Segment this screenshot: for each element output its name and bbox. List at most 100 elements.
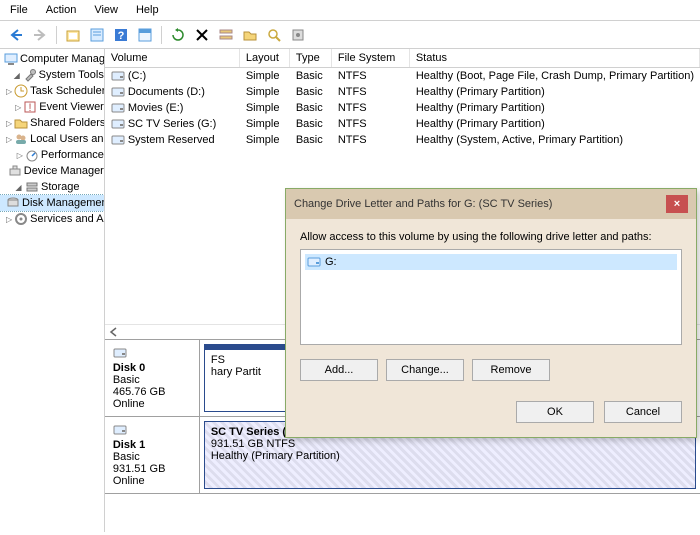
expand-icon[interactable]: ▷ xyxy=(6,135,12,144)
cell: Simple xyxy=(240,68,290,84)
folder-icon xyxy=(14,116,28,130)
change-button[interactable]: Change... xyxy=(386,359,464,381)
add-button[interactable]: Add... xyxy=(300,359,378,381)
tree-local-users[interactable]: ▷ Local Users and Groups xyxy=(0,131,104,147)
find-icon[interactable] xyxy=(264,25,284,45)
tree-services[interactable]: ▷Services and Applications xyxy=(0,211,104,227)
dialog-titlebar[interactable]: Change Drive Letter and Paths for G: (SC… xyxy=(286,189,696,219)
cancel-button[interactable]: Cancel xyxy=(604,401,682,423)
list-icon[interactable] xyxy=(216,25,236,45)
refresh-icon[interactable] xyxy=(168,25,188,45)
menu-help[interactable]: Help xyxy=(136,4,159,16)
table-row[interactable]: SC TV Series (G:)SimpleBasicNTFSHealthy … xyxy=(105,116,700,132)
disk-info[interactable]: Disk 1Basic931.51 GBOnline xyxy=(105,417,200,493)
label: Event Viewer xyxy=(39,101,104,113)
back-icon[interactable] xyxy=(6,25,26,45)
svg-text:?: ? xyxy=(118,30,125,42)
collapse-icon[interactable]: ◢ xyxy=(13,71,21,80)
col-type[interactable]: Type xyxy=(290,49,332,67)
label: Local Users and Groups xyxy=(30,133,105,145)
cell: Healthy (Boot, Page File, Crash Dump, Pr… xyxy=(410,68,700,84)
dialog-title: Change Drive Letter and Paths for G: (SC… xyxy=(294,198,666,210)
label: Disk Management xyxy=(22,197,105,209)
col-layout[interactable]: Layout xyxy=(240,49,290,67)
tree-task-scheduler[interactable]: ▷ Task Scheduler xyxy=(0,83,104,99)
table-row[interactable]: (C:)SimpleBasicNTFSHealthy (Boot, Page F… xyxy=(105,68,700,84)
cell: NTFS xyxy=(332,68,410,84)
cell: Basic xyxy=(290,132,332,148)
col-volume[interactable]: Volume xyxy=(105,49,240,67)
ok-button[interactable]: OK xyxy=(516,401,594,423)
disk-type: Basic xyxy=(113,374,191,386)
computer-icon xyxy=(4,52,18,66)
tree-system-tools[interactable]: ◢System Tools xyxy=(0,67,104,83)
storage-icon xyxy=(25,180,39,194)
remove-button[interactable]: Remove xyxy=(472,359,550,381)
expand-icon[interactable]: ▷ xyxy=(17,151,23,160)
delete-icon[interactable] xyxy=(192,25,212,45)
tree-storage[interactable]: ◢ Storage xyxy=(0,179,104,195)
label: Storage xyxy=(41,181,80,193)
menu-action[interactable]: Action xyxy=(46,4,77,16)
cell: NTFS xyxy=(332,116,410,132)
list-item[interactable]: G: xyxy=(305,254,677,270)
cell: Documents (D:) xyxy=(128,86,205,98)
cell: Simple xyxy=(240,116,290,132)
disk-icon xyxy=(113,346,127,360)
cell: SC TV Series (G:) xyxy=(128,118,216,130)
label: Shared Folders xyxy=(30,117,105,129)
tree-disk-management[interactable]: Disk Management xyxy=(0,195,104,211)
drive-icon xyxy=(111,101,125,115)
event-icon: ! xyxy=(23,100,37,114)
disk-name: Disk 0 xyxy=(113,362,191,374)
disk-state: Online xyxy=(113,398,191,410)
services-icon xyxy=(14,212,28,226)
label: Device Manager xyxy=(24,165,104,177)
cell: Basic xyxy=(290,84,332,100)
tree-shared-folders[interactable]: ▷ Shared Folders xyxy=(0,115,104,131)
close-icon[interactable]: × xyxy=(666,195,688,213)
tree-root[interactable]: Computer Management (Local xyxy=(0,51,104,67)
tree-root-label: Computer Management (Local xyxy=(20,53,105,65)
cell: Simple xyxy=(240,84,290,100)
collapse-icon[interactable]: ◢ xyxy=(14,183,23,192)
tree-event-viewer[interactable]: ▷!Event Viewer xyxy=(0,99,104,115)
table-row[interactable]: Movies (E:)SimpleBasicNTFSHealthy (Prima… xyxy=(105,100,700,116)
forward-icon[interactable] xyxy=(30,25,50,45)
col-fs[interactable]: File System xyxy=(332,49,410,67)
expand-icon[interactable]: ▷ xyxy=(6,215,12,224)
col-status[interactable]: Status xyxy=(410,49,700,67)
drive-paths-listbox[interactable]: G: xyxy=(300,249,682,345)
open-icon[interactable] xyxy=(240,25,260,45)
cell: NTFS xyxy=(332,132,410,148)
drive-icon xyxy=(111,117,125,131)
disk-info[interactable]: Disk 0Basic465.76 GBOnline xyxy=(105,340,200,416)
separator xyxy=(56,26,57,44)
expand-icon[interactable]: ▷ xyxy=(6,119,12,128)
volume-list-header: Volume Layout Type File System Status xyxy=(105,49,700,68)
cell: Healthy (System, Active, Primary Partiti… xyxy=(410,132,700,148)
cell: Basic xyxy=(290,116,332,132)
drive-icon xyxy=(111,85,125,99)
table-row[interactable]: Documents (D:)SimpleBasicNTFSHealthy (Pr… xyxy=(105,84,700,100)
up-icon[interactable] xyxy=(63,25,83,45)
device-icon xyxy=(8,164,22,178)
table-row[interactable]: System ReservedSimpleBasicNTFSHealthy (S… xyxy=(105,132,700,148)
menu-view[interactable]: View xyxy=(94,4,118,16)
tree-device-manager[interactable]: Device Manager xyxy=(0,163,104,179)
help-icon[interactable]: ? xyxy=(111,25,131,45)
menu-file[interactable]: File xyxy=(10,4,28,16)
cell: Healthy (Primary Partition) xyxy=(410,84,700,100)
label: Task Scheduler xyxy=(30,85,105,97)
settings-icon[interactable] xyxy=(288,25,308,45)
properties-icon[interactable] xyxy=(87,25,107,45)
drive-icon xyxy=(111,133,125,147)
tree-pane: Computer Management (Local ◢System Tools… xyxy=(0,49,105,532)
pane-icon[interactable] xyxy=(135,25,155,45)
expand-icon[interactable]: ▷ xyxy=(6,87,12,96)
list-item-label: G: xyxy=(325,256,337,268)
cell: Basic xyxy=(290,100,332,116)
tree-performance[interactable]: ▷Performance xyxy=(0,147,104,163)
expand-icon[interactable]: ▷ xyxy=(15,103,21,112)
dialog-instruction: Allow access to this volume by using the… xyxy=(300,231,682,243)
